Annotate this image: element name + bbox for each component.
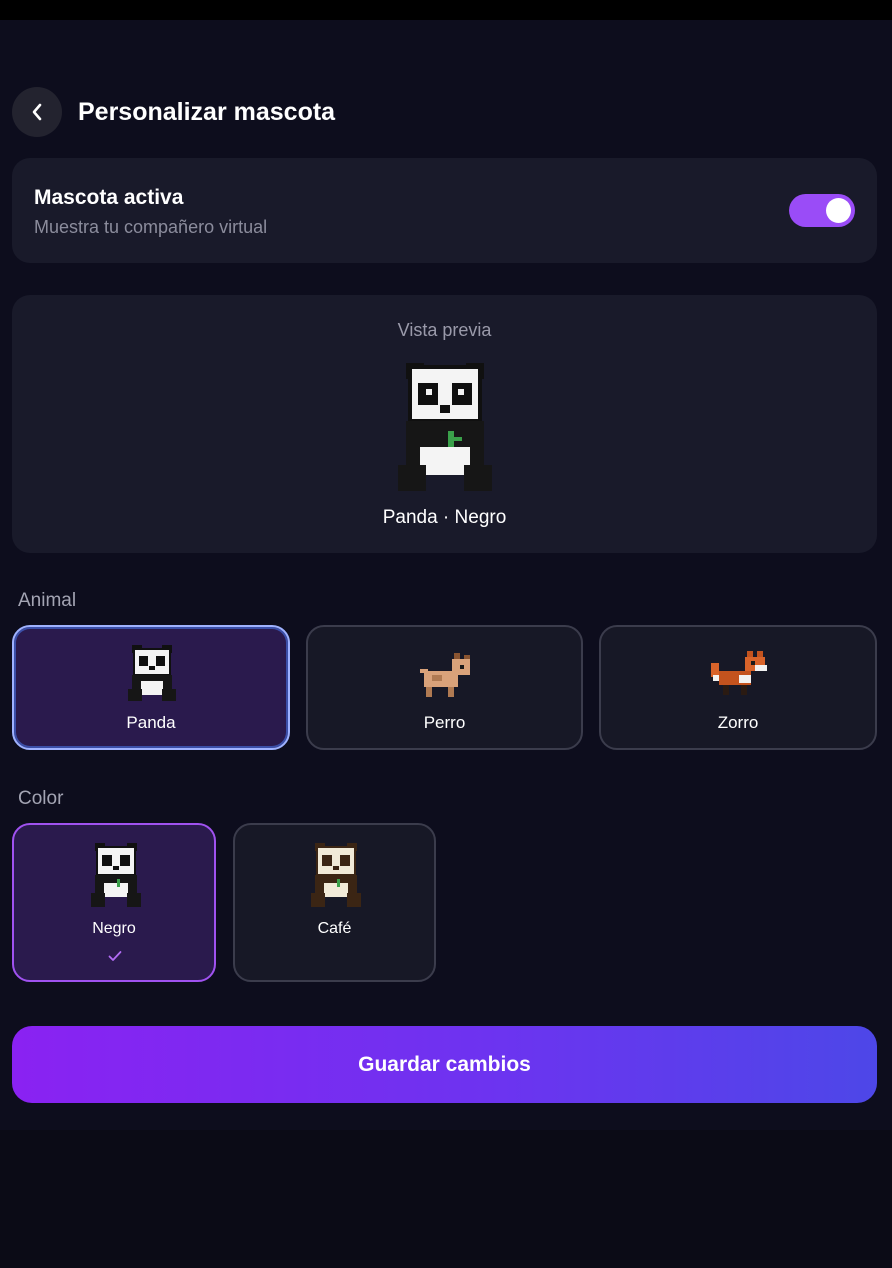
animal-option-panda[interactable]: Panda: [12, 625, 290, 750]
check-icon: [108, 951, 122, 961]
color-option-label: Negro: [92, 920, 136, 937]
panda-sprite: [128, 645, 176, 701]
panda-brown-sprite: [311, 843, 361, 907]
header: Personalizar mascota: [12, 87, 335, 137]
color-section-label: Color: [18, 788, 64, 809]
back-button[interactable]: [12, 87, 62, 137]
panda-black-sprite: [398, 363, 492, 491]
active-pet-card: Mascota activa Muestra tu compañero virt…: [12, 158, 877, 263]
animal-section-label: Animal: [18, 590, 77, 611]
preview-pet-name: Panda · Negro: [382, 507, 507, 528]
panda-black-sprite: [91, 843, 141, 907]
preview-label: Vista previa: [397, 320, 492, 340]
animal-option-label: Panda: [126, 713, 176, 732]
color-option-label: Café: [317, 920, 352, 937]
save-button[interactable]: Guardar cambios: [12, 1026, 877, 1103]
chevron-left-icon: [32, 103, 42, 121]
color-option-negro[interactable]: Negro: [12, 823, 216, 982]
animal-option-zorro[interactable]: Zorro: [599, 625, 877, 750]
toggle-knob: [826, 198, 851, 223]
dog-sprite: [420, 653, 470, 697]
active-pet-subtitle: Muestra tu compañero virtual: [34, 217, 268, 237]
status-bar: [0, 0, 892, 20]
page-title: Personalizar mascota: [78, 97, 336, 126]
preview-card: Vista previa Panda · Negro: [12, 295, 877, 553]
animal-option-label: Perro: [423, 713, 466, 732]
bottom-area: [0, 1130, 892, 1268]
animal-option-label: Zorro: [717, 713, 759, 732]
fox-sprite: [711, 651, 767, 695]
animal-option-perro[interactable]: Perro: [306, 625, 583, 750]
color-option-cafe[interactable]: Café: [233, 823, 436, 982]
active-pet-title: Mascota activa: [34, 186, 184, 209]
active-pet-toggle[interactable]: [789, 194, 855, 227]
